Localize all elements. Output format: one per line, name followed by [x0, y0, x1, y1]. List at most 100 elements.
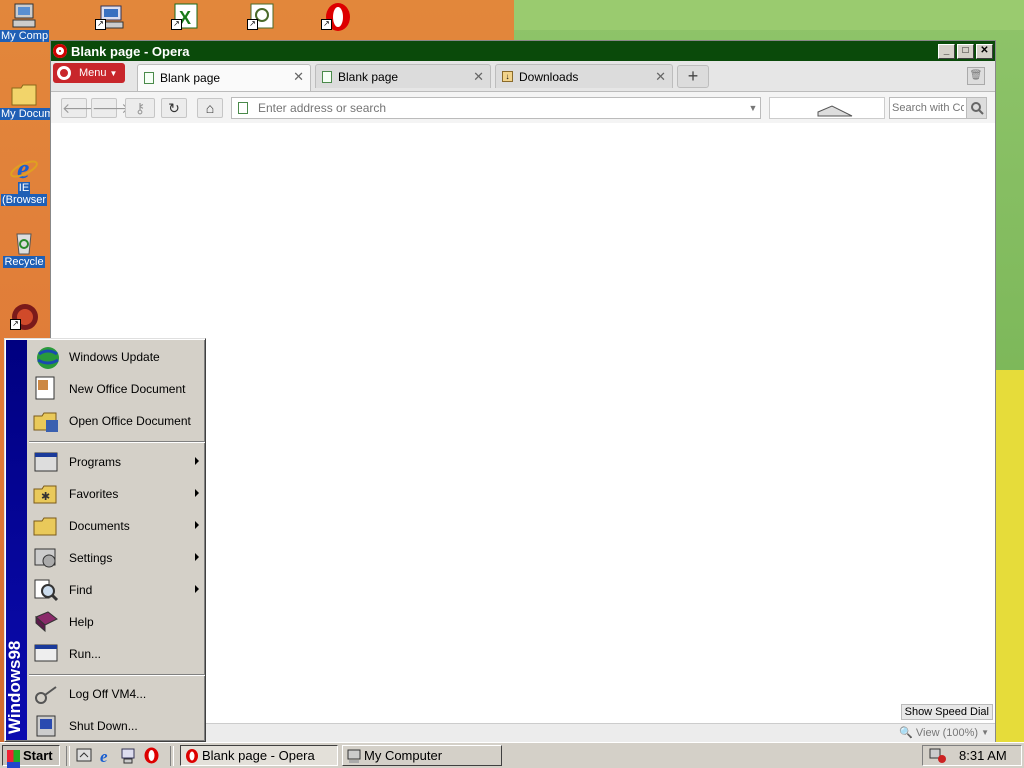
- back-button[interactable]: 🡐: [61, 98, 100, 118]
- task-label: Blank page - Opera: [202, 748, 315, 763]
- app-shortcut-icon: ↗: [10, 302, 40, 330]
- menu-item-open-office-document[interactable]: Open Office Document: [29, 405, 205, 437]
- menu-item-label: Windows Update: [69, 350, 160, 364]
- key-button[interactable]: ⚷: [125, 98, 155, 118]
- menu-item-programs[interactable]: Programs: [29, 446, 205, 478]
- window-controls: _ □ ✕: [938, 43, 993, 59]
- tab-bar: Menu ▼ Blank page ✕ Blank page ✕ ↓ Downl…: [51, 61, 995, 92]
- desktop-icon-project[interactable]: ↗: [244, 2, 280, 30]
- trash-icon[interactable]: 🗑: [967, 67, 985, 85]
- home-button[interactable]: ⌂: [197, 98, 223, 118]
- submenu-arrow-icon: [195, 457, 199, 465]
- search-icon[interactable]: [966, 98, 986, 118]
- desktop-icon-excel[interactable]: X ↗: [168, 2, 204, 30]
- tab-blank-page-1[interactable]: Blank page ✕: [137, 64, 311, 91]
- show-speed-dial-button[interactable]: Show Speed Dial: [900, 704, 993, 720]
- tab-label: Downloads: [519, 69, 579, 84]
- shortcut-arrow-icon: ↗: [10, 319, 21, 330]
- menu-item-help[interactable]: Help: [29, 606, 205, 638]
- window-title: Blank page - Opera: [71, 43, 190, 59]
- opera-logo-icon: [57, 66, 71, 80]
- start-label: Start: [23, 748, 53, 763]
- menu-item-label: Open Office Document: [69, 414, 191, 428]
- address-bar[interactable]: ▼: [231, 97, 761, 119]
- search-box[interactable]: [889, 97, 987, 119]
- zoom-icon: 🔍: [899, 727, 913, 739]
- show-desktop-icon[interactable]: [76, 747, 93, 764]
- opera-menu-button[interactable]: Menu ▼: [53, 63, 125, 83]
- maximize-button[interactable]: □: [957, 43, 974, 59]
- zoom-control[interactable]: 🔍 View (100%) ▼: [899, 726, 989, 740]
- menu-item-log-off[interactable]: Log Off VM4...: [29, 678, 205, 710]
- system-tray: 8:31 AM: [922, 745, 1022, 766]
- forward-button[interactable]: 🡒: [91, 98, 130, 118]
- new-tab-button[interactable]: +: [677, 65, 709, 88]
- network-icon[interactable]: [120, 747, 137, 764]
- minimize-button[interactable]: _: [938, 43, 955, 59]
- taskbar-button-opera[interactable]: Blank page - Opera: [180, 745, 338, 766]
- desktop-icon-app[interactable]: ↗: [10, 302, 40, 330]
- menu-item-label: Log Off VM4...: [69, 687, 147, 701]
- shortcut-arrow-icon: ↗: [321, 19, 332, 30]
- search-input[interactable]: [890, 101, 966, 115]
- svg-text:e: e: [17, 154, 29, 182]
- chevron-down-icon: ▼: [981, 728, 989, 737]
- internet-explorer-icon: e: [9, 154, 39, 185]
- tray-network-icon[interactable]: [929, 748, 947, 764]
- find-icon: [32, 577, 60, 603]
- menu-button-label: Menu: [79, 67, 107, 79]
- network-icon: ↗: [95, 2, 125, 30]
- shortcut-arrow-icon: ↗: [171, 19, 182, 30]
- log-off-key-icon: [32, 681, 60, 707]
- menu-item-shut-down[interactable]: Shut Down...: [29, 710, 205, 742]
- menu-item-favorites[interactable]: ✱ Favorites: [29, 478, 205, 510]
- plus-icon: +: [687, 66, 699, 86]
- page-icon: [238, 102, 248, 114]
- menu-item-new-office-document[interactable]: New Office Document: [29, 373, 205, 405]
- internet-explorer-icon[interactable]: e: [98, 747, 115, 766]
- desktop-icon-my-computer[interactable]: My Comp: [0, 2, 50, 42]
- arrow-right-icon: 🡒: [92, 100, 130, 116]
- close-tab-icon[interactable]: ✕: [655, 69, 666, 85]
- desktop-icon-opera[interactable]: ↗: [318, 2, 354, 31]
- close-tab-icon[interactable]: ✕: [293, 69, 304, 85]
- chevron-down-icon[interactable]: ▼: [746, 103, 760, 113]
- computer-icon: [9, 2, 39, 30]
- opera-icon[interactable]: [143, 747, 160, 764]
- tab-blank-page-2[interactable]: Blank page ✕: [315, 64, 491, 88]
- close-tab-icon[interactable]: ✕: [473, 69, 484, 85]
- help-book-icon: [32, 609, 60, 635]
- taskbar-separator: [170, 746, 174, 766]
- menu-item-run[interactable]: Run...: [29, 638, 205, 670]
- menu-item-label: Programs: [69, 455, 122, 469]
- tab-downloads[interactable]: ↓ Downloads ✕: [495, 64, 673, 88]
- clock[interactable]: 8:31 AM: [959, 748, 1007, 763]
- menu-item-documents[interactable]: Documents: [29, 510, 205, 542]
- shut-down-icon: [32, 713, 60, 739]
- taskbar-button-my-computer[interactable]: My Computer: [342, 745, 502, 766]
- desktop-icon-network[interactable]: ↗: [92, 2, 128, 30]
- menu-item-find[interactable]: Find: [29, 574, 205, 606]
- desktop-icon-my-documents[interactable]: My Docum: [0, 80, 55, 120]
- reload-button[interactable]: ↻: [161, 98, 187, 118]
- globe-icon: [32, 344, 60, 370]
- title-bar[interactable]: Blank page - Opera _ □ ✕: [51, 41, 995, 61]
- start-menu: Windows98 Windows Update New Office Docu…: [4, 338, 206, 742]
- recycle-bin-icon: [9, 228, 39, 256]
- desktop-icon-label: Recycle: [3, 256, 45, 268]
- home-icon: ⌂: [205, 100, 215, 116]
- desktop-icon-recycle-bin[interactable]: Recycle: [0, 228, 48, 268]
- start-button[interactable]: Start: [2, 745, 60, 766]
- menu-item-settings[interactable]: Settings: [29, 542, 205, 574]
- submenu-arrow-icon: [195, 521, 199, 529]
- menu-item-label: Settings: [69, 551, 113, 565]
- submenu-arrow-icon: [195, 585, 199, 593]
- documents-folder-icon: [32, 513, 60, 539]
- desktop-icon-ie[interactable]: e IE (Browser: [0, 154, 48, 206]
- start-menu-banner: Windows98: [5, 340, 27, 740]
- address-input[interactable]: [256, 100, 746, 116]
- speed-dial-preview: [769, 97, 885, 119]
- menu-item-windows-update[interactable]: Windows Update: [29, 341, 205, 373]
- close-button[interactable]: ✕: [976, 43, 993, 59]
- shortcut-arrow-icon: ↗: [247, 19, 258, 30]
